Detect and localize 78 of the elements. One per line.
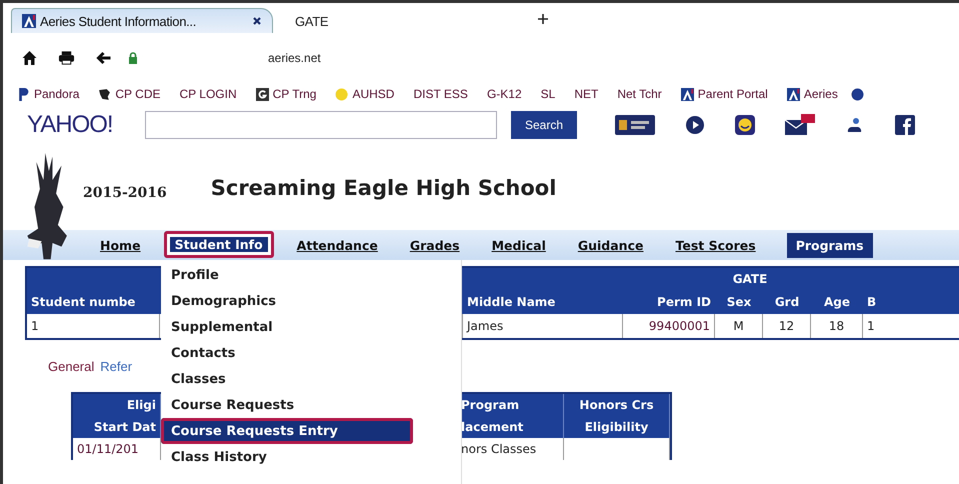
table-cell: M: [715, 314, 763, 338]
bookmark-link[interactable]: CP LOGIN: [180, 87, 237, 101]
column-header: Program: [461, 394, 564, 416]
table-cell: 1: [27, 314, 160, 338]
menu-item[interactable]: Contacts: [161, 340, 461, 366]
bookmark-link[interactable]: NET: [574, 87, 598, 101]
letter-p-icon: [17, 88, 30, 100]
nav-tab[interactable]: Attendance: [288, 233, 387, 258]
search-button[interactable]: Search: [511, 111, 577, 139]
search-field[interactable]: [145, 111, 497, 139]
column-header: Grd: [763, 290, 811, 314]
column-header: Start Dat: [73, 416, 161, 438]
table-cell: 18: [811, 314, 863, 338]
column-header: Honors Crs: [564, 394, 670, 416]
home-icon[interactable]: [21, 50, 38, 66]
nav-tab[interactable]: Grades: [400, 233, 469, 258]
nav-tab[interactable]: Test Scores: [666, 233, 765, 258]
table-title: GATE: [463, 268, 959, 290]
column-header: Perm ID: [623, 290, 715, 314]
menu-item[interactable]: Classes: [161, 366, 461, 392]
state-shape-icon: [98, 88, 112, 100]
browser-tab[interactable]: GATE: [285, 9, 525, 33]
column-header: B: [863, 290, 959, 314]
nav-tab[interactable]: Guidance: [568, 233, 652, 258]
table-cell: 12: [763, 314, 811, 338]
nav-tab[interactable]: Home: [91, 233, 150, 258]
bookmark-link[interactable]: G-K12: [486, 87, 522, 101]
g-square-icon: [256, 88, 269, 100]
menu-item[interactable]: Class History: [161, 444, 461, 470]
nav-tab[interactable]: Student Info: [164, 231, 274, 258]
school-name: Screaming Eagle High School: [210, 176, 556, 200]
menu-item[interactable]: Course Requests Entry: [161, 418, 413, 444]
column-header: Age: [811, 290, 863, 314]
lock-icon: [128, 52, 138, 64]
mail-icon[interactable]: [785, 114, 815, 136]
section-link[interactable]: General: [48, 358, 94, 374]
plus-icon[interactable]: [537, 13, 549, 25]
nav-tab[interactable]: Programs: [786, 233, 873, 258]
bookmark-link[interactable]: SL: [540, 87, 556, 101]
menu-item[interactable]: Supplemental: [161, 314, 461, 340]
bookmark-link[interactable]: Parent Portal: [680, 87, 768, 101]
column-header: Middle Name: [463, 290, 623, 314]
bookmark-link[interactable]: Pandora: [17, 87, 80, 101]
facebook-icon[interactable]: [895, 115, 915, 135]
thumbnail-icon[interactable]: [615, 115, 655, 135]
play-icon[interactable]: [685, 115, 705, 135]
aeries-logo-icon: [786, 88, 800, 100]
aeries-logo-icon: [680, 88, 694, 100]
table-cell: 1: [863, 314, 959, 338]
bookmark-link[interactable]: CP Trng: [256, 87, 316, 101]
column-header: Eligibility: [564, 416, 670, 438]
bookmark-link[interactable]: DIST ESS: [413, 87, 468, 101]
menu-item[interactable]: Profile: [161, 262, 461, 288]
nav-tab[interactable]: Medical: [482, 233, 555, 258]
table-cell: James: [463, 314, 623, 338]
bookmark-link[interactable]: CP CDE: [98, 87, 160, 101]
school-year: 2015-2016: [83, 184, 167, 200]
column-header: Eligi: [73, 394, 161, 416]
column-header: Sex: [715, 290, 763, 314]
bookmark-link[interactable]: Net Tchr: [617, 87, 662, 101]
close-icon[interactable]: [252, 16, 262, 26]
back-icon[interactable]: [95, 50, 112, 66]
browser-tab[interactable]: Aeries Student Information...: [11, 8, 273, 33]
aeries-logo-icon: [22, 14, 36, 28]
yahoo-logo: YAHOO!: [27, 111, 114, 139]
printer-icon[interactable]: [58, 50, 75, 66]
circle-icon: [335, 88, 348, 100]
url-text[interactable]: aeries.net: [268, 51, 321, 65]
menu-item[interactable]: Demographics: [161, 288, 461, 314]
column-header: lacement: [461, 416, 564, 438]
table-cell: 99400001: [623, 314, 715, 338]
menu-item[interactable]: Course Requests: [161, 392, 461, 418]
bookmark-link[interactable]: AUHSD: [335, 87, 394, 101]
circle-icon[interactable]: [850, 88, 864, 100]
column-header: Student numbe: [27, 290, 160, 314]
section-link[interactable]: Refer: [100, 358, 132, 374]
smiley-icon[interactable]: [735, 115, 755, 135]
bookmark-link[interactable]: Aeries: [786, 87, 838, 101]
